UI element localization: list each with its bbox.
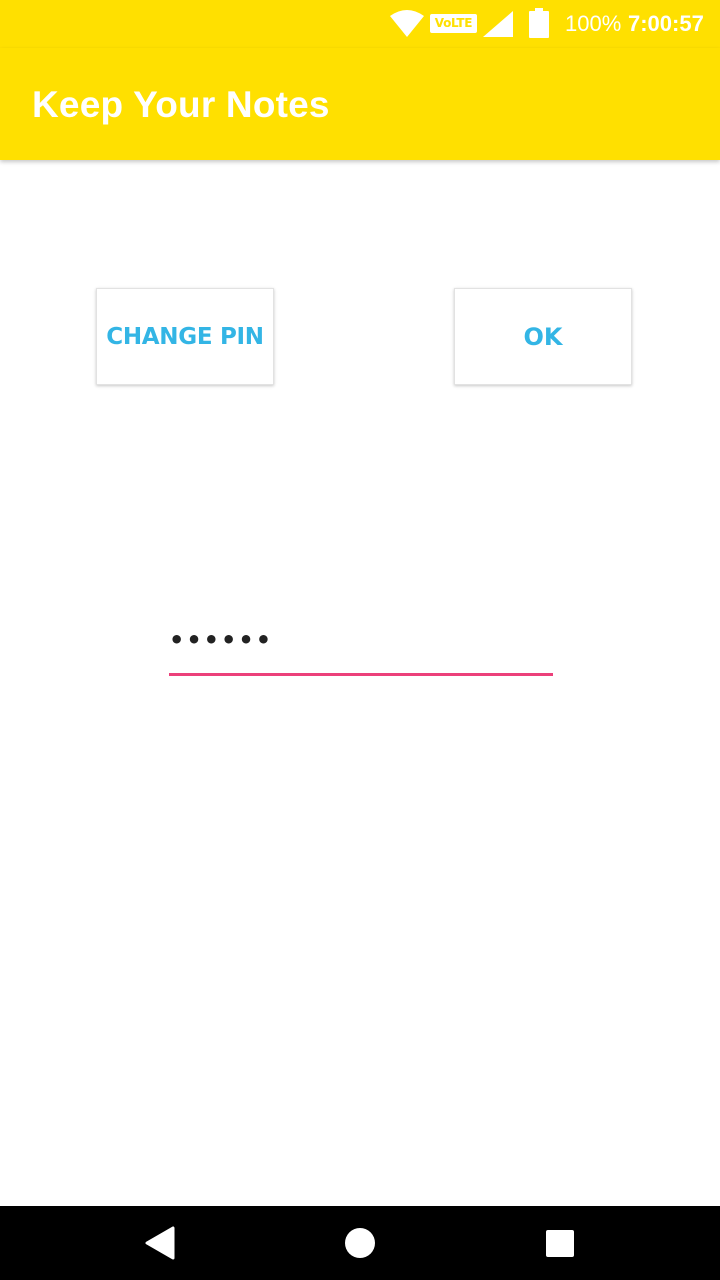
nav-back-button[interactable] xyxy=(100,1206,220,1280)
pin-input-value: •••••• xyxy=(169,626,274,654)
navigation-bar xyxy=(0,1206,720,1280)
battery-icon xyxy=(529,8,549,38)
nav-recents-button[interactable] xyxy=(500,1206,620,1280)
home-icon xyxy=(345,1228,375,1258)
status-clock: 7:00:57 xyxy=(628,11,704,36)
nav-home-button[interactable] xyxy=(300,1206,420,1280)
status-bar: VoLTE 100% 7:00:57 xyxy=(0,0,720,48)
battery-percentage: 100% xyxy=(565,11,622,36)
ok-button[interactable]: OK xyxy=(454,288,632,385)
pin-input[interactable]: •••••• xyxy=(169,622,553,676)
back-icon xyxy=(145,1226,175,1260)
screen: VoLTE 100% 7:00:57 Keep Your Notes CHANG… xyxy=(0,0,720,1280)
change-pin-button[interactable]: CHANGE PIN xyxy=(96,288,274,385)
signal-icon xyxy=(483,11,513,37)
wifi-icon xyxy=(390,10,424,37)
volte-icon: VoLTE xyxy=(430,14,477,33)
pin-input-underline xyxy=(169,673,553,676)
recents-icon xyxy=(546,1230,574,1257)
app-bar: Keep Your Notes xyxy=(0,48,720,160)
app-title: Keep Your Notes xyxy=(32,84,330,125)
